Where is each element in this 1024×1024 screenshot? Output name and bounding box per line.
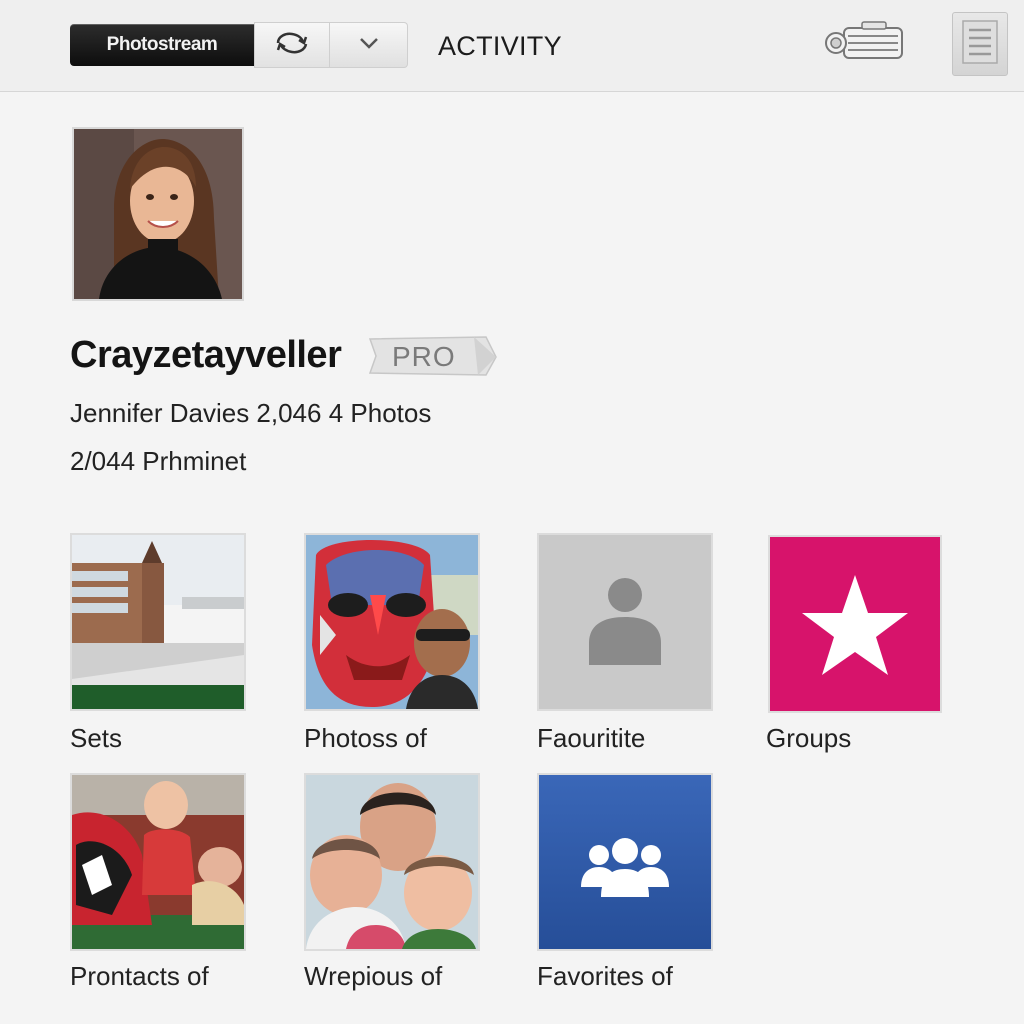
top-navigation-bar: Photostream ACTIVITY xyxy=(0,0,1024,92)
profile-name-line: Jennifer Davies 2,046 4 Photos xyxy=(70,397,432,428)
menu-icon xyxy=(961,19,999,70)
tile-wrepious-of-label: Wrepious of xyxy=(304,960,443,991)
tile-favourites[interactable] xyxy=(537,533,713,711)
dropdown-button[interactable] xyxy=(330,22,408,68)
tab-photostream-label: Photostream xyxy=(106,34,218,55)
tile-favorites-of-label: Favorites of xyxy=(537,960,673,991)
wrepious-of-thumbnail xyxy=(306,775,478,949)
tile-contacts-of-label: Prontacts of xyxy=(70,960,209,991)
chevron-down-icon xyxy=(357,35,381,56)
tile-contacts-of[interactable] xyxy=(70,773,246,951)
tile-wrepious-of[interactable] xyxy=(304,773,480,951)
app-window: Photostream ACTIVITY Crayzetayveller PRO… xyxy=(0,0,1024,1024)
group-icon xyxy=(539,775,711,949)
tile-sets-label: Sets xyxy=(70,722,123,753)
star-icon xyxy=(770,537,940,711)
tile-photos-of[interactable] xyxy=(304,533,480,711)
tile-photos-of-label: Photoss of xyxy=(304,722,427,753)
tile-favourites-label: Faouritite xyxy=(537,722,646,753)
tile-groups[interactable] xyxy=(768,535,942,713)
contacts-of-thumbnail xyxy=(72,775,244,949)
tab-activity-label: ACTIVITY xyxy=(438,30,562,61)
tile-sets[interactable] xyxy=(70,533,246,711)
profile-secondary-line: 2/044 Prhminet xyxy=(70,445,247,476)
tile-favorites-of[interactable] xyxy=(537,773,713,951)
camera-icon xyxy=(822,18,906,71)
person-placeholder-icon xyxy=(539,535,711,709)
tile-groups-label: Groups xyxy=(766,722,852,753)
profile-avatar[interactable] xyxy=(72,127,244,301)
photos-of-thumbnail xyxy=(306,535,478,709)
profile-username: Crayzetayveller xyxy=(70,333,342,376)
menu-button[interactable] xyxy=(952,12,1008,76)
avatar-photo xyxy=(74,129,242,299)
sync-button[interactable] xyxy=(254,22,330,68)
sync-icon xyxy=(272,30,312,61)
tab-photostream[interactable]: Photostream xyxy=(70,24,254,66)
sets-thumbnail xyxy=(72,535,244,709)
pro-badge-label: PRO xyxy=(392,341,456,372)
camera-button[interactable] xyxy=(822,20,906,68)
tab-activity[interactable]: ACTIVITY xyxy=(438,28,562,64)
